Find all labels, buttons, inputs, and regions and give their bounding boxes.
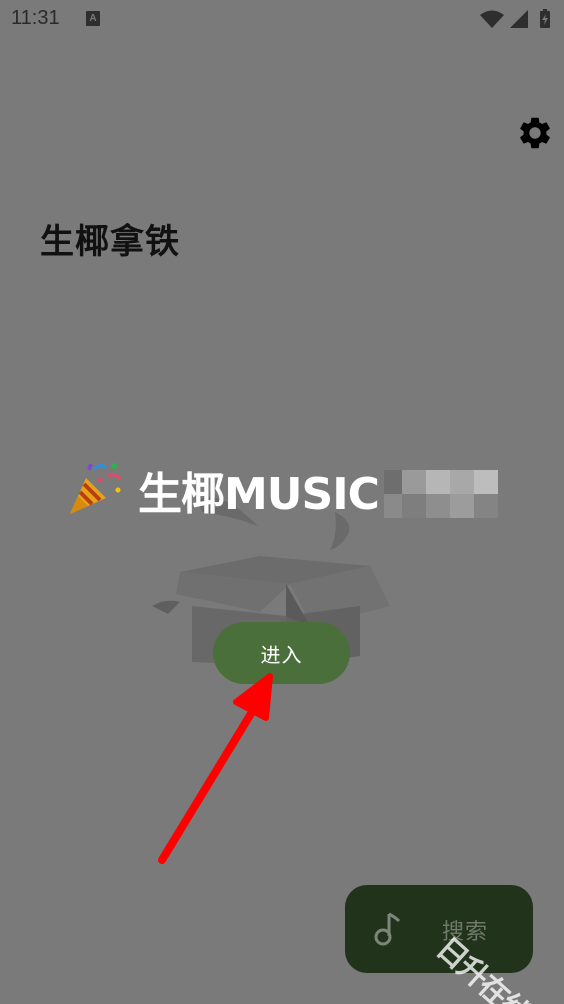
- pixelated-redaction: [384, 470, 498, 518]
- party-popper-icon: [70, 463, 122, 514]
- cellular-signal-icon: [510, 10, 528, 28]
- wifi-icon: [480, 10, 504, 28]
- music-note-icon: [374, 912, 401, 946]
- status-bar: 11:31 A: [0, 0, 564, 38]
- a-letter-icon: A: [86, 11, 100, 26]
- gear-icon: [520, 117, 550, 149]
- banner-title: 生椰MUSIC: [138, 469, 380, 520]
- status-icons: [480, 9, 550, 28]
- enter-button[interactable]: 进入: [213, 622, 350, 684]
- status-time: 11:31: [11, 7, 60, 29]
- app-title: 生椰拿铁: [40, 222, 180, 262]
- welcome-banner: 生椰MUSIC: [66, 452, 516, 524]
- battery-charging-icon: [540, 9, 550, 28]
- app-screen: 11:31 A 生椰拿铁 生椰MUSIC 进入 搜索 日升在线: [0, 0, 564, 1004]
- settings-button[interactable]: [516, 114, 554, 152]
